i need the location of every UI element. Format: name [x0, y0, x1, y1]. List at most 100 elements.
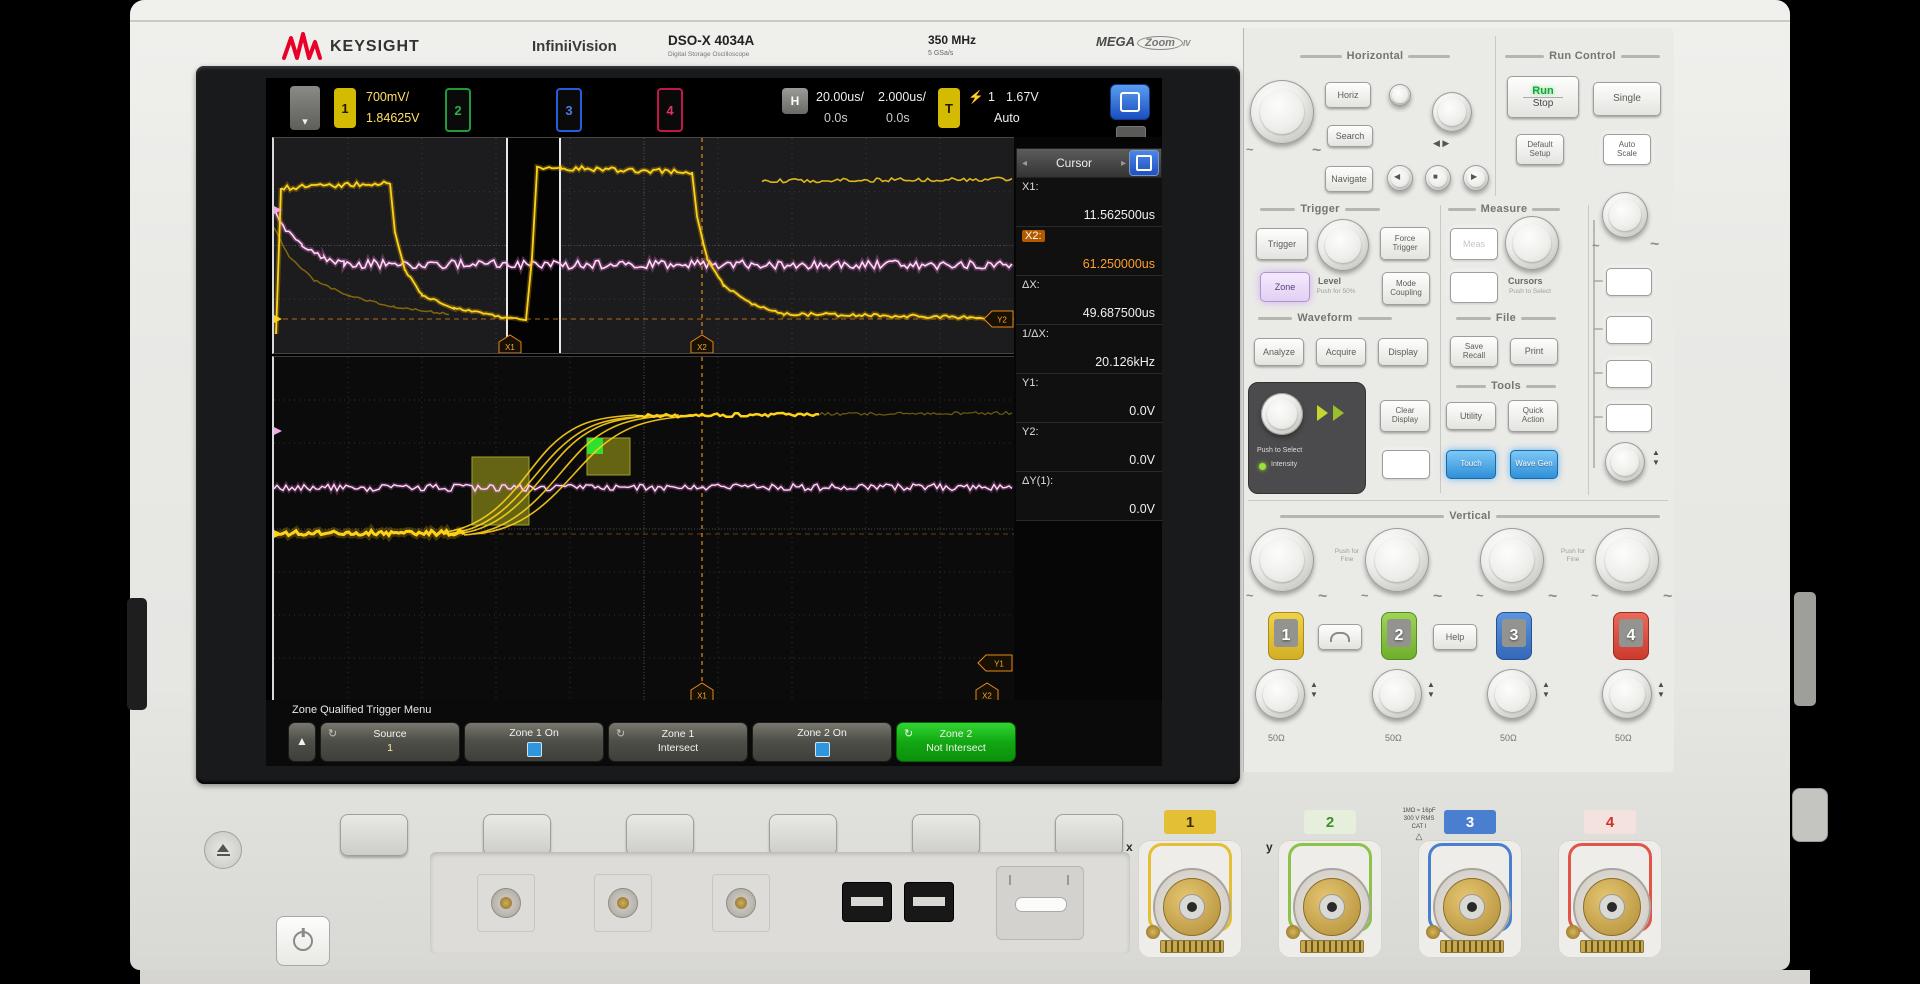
mode-coupling-button[interactable]: ModeCoupling [1382, 272, 1430, 305]
cursor-row-dx[interactable]: ΔX:49.687500us [1016, 276, 1162, 325]
cursor-row-dy[interactable]: ΔY(1):0.0V [1016, 472, 1162, 521]
trigger-badge[interactable]: T [938, 88, 960, 128]
intensity-label: Intensity [1271, 461, 1297, 468]
wavegen-menu-button[interactable] [1606, 404, 1652, 432]
ch1-position-knob[interactable] [1255, 669, 1305, 719]
horizontal-badge[interactable]: H [782, 88, 808, 114]
acquire-button[interactable]: Acquire [1316, 338, 1366, 366]
menu-back-button[interactable]: ▲ [288, 722, 316, 762]
power-button[interactable] [276, 916, 330, 966]
sidebar-menu-button[interactable] [1129, 150, 1159, 176]
wavegen-button[interactable]: Wave Gen [1510, 450, 1558, 479]
meas-button[interactable]: Meas [1450, 228, 1498, 260]
ch4-position-knob[interactable] [1602, 669, 1652, 719]
analyze-button[interactable]: Analyze [1254, 338, 1304, 366]
sidebar-menu-icon [1136, 155, 1152, 171]
ch3-position-knob[interactable] [1487, 669, 1537, 719]
quick-action-button[interactable]: QuickAction [1508, 400, 1558, 432]
x2-zoom-flag[interactable]: X2 [976, 683, 998, 701]
channel2-badge[interactable]: 2 [445, 88, 471, 132]
channel4-badge[interactable]: 4 [657, 88, 683, 132]
softkey-hw-3[interactable] [626, 814, 694, 856]
softkey-zone2-on[interactable]: Zone 2 On [752, 722, 892, 762]
horizontal-scale-knob[interactable] [1250, 80, 1314, 144]
stop-label: Stop [1533, 98, 1554, 109]
single-button[interactable]: Single [1593, 82, 1661, 116]
left-hinge [127, 598, 147, 710]
display-button[interactable]: Display [1378, 338, 1428, 366]
stand-release-button[interactable] [204, 831, 242, 869]
horiz-button[interactable]: Horiz [1325, 82, 1371, 108]
svg-text:X2: X2 [697, 343, 707, 352]
mux-scale-knob[interactable] [1602, 192, 1648, 238]
cursor-row-y2[interactable]: Y2:0.0V [1016, 423, 1162, 472]
softkey-zone2-mode[interactable]: ↻ Zone 2 Not Intersect [896, 722, 1016, 762]
navigate-button[interactable]: Navigate [1325, 166, 1373, 192]
blank-button[interactable] [1382, 450, 1430, 479]
channel2-number: 2 [454, 103, 461, 118]
label-button[interactable] [1318, 624, 1362, 650]
channel2-button[interactable]: 2 [1381, 612, 1417, 660]
softkey-hw-4[interactable] [769, 814, 837, 856]
zone-button[interactable]: Zone [1260, 272, 1310, 302]
zoom-button[interactable] [1389, 84, 1411, 106]
status-collapse-button[interactable]: ▾ [290, 86, 320, 130]
softkey-hw-6[interactable] [1055, 814, 1123, 856]
ref-button[interactable] [1606, 316, 1652, 344]
y-input-label: y [1266, 840, 1273, 854]
mux-position-knob[interactable] [1605, 442, 1645, 482]
cursor-row-x2[interactable]: X2:61.250000us [1016, 227, 1162, 276]
y2-flag[interactable]: Y2 [984, 311, 1013, 327]
menu-title: Zone Qualified Trigger Menu [292, 704, 431, 716]
sidebar-next-icon[interactable]: ▸ [1121, 158, 1126, 169]
x2-flag[interactable]: X2 [691, 335, 713, 353]
channel1-badge[interactable]: 1 [334, 88, 356, 128]
ch1-scale-knob[interactable] [1250, 528, 1314, 592]
utility-button[interactable]: Utility [1446, 402, 1496, 430]
cursor-readouts: X1:11.562500us X2:61.250000us ΔX:49.6875… [1016, 178, 1162, 521]
softkey-zone1-on[interactable]: Zone 1 On [464, 722, 604, 762]
x1-zoom-flag[interactable]: X1 [691, 683, 713, 701]
run-stop-button[interactable]: Run Stop [1507, 76, 1579, 118]
nav-stop-button[interactable] [1425, 165, 1451, 191]
channel3-button[interactable]: 3 [1496, 612, 1532, 660]
cursor-row-y1[interactable]: Y1:0.0V [1016, 374, 1162, 423]
search-button[interactable]: Search [1327, 125, 1373, 147]
cursors-knob[interactable] [1505, 216, 1559, 270]
ch2-scale-knob[interactable] [1365, 528, 1429, 592]
math-button[interactable] [1606, 268, 1652, 296]
trigger-button[interactable]: Trigger [1256, 228, 1308, 260]
softkey-hw-1[interactable] [340, 814, 408, 856]
softkey-hw-5[interactable] [912, 814, 980, 856]
softkey-zone2-on-label: Zone 2 On [797, 727, 847, 741]
intensity-knob[interactable] [1261, 393, 1303, 435]
channel4-button[interactable]: 4 [1613, 612, 1649, 660]
channel1-button[interactable]: 1 [1268, 612, 1304, 660]
touch-icon[interactable] [1110, 84, 1150, 120]
digital-button[interactable] [1606, 360, 1652, 388]
softkey-zone2-label: Zone 2 [940, 728, 973, 742]
trigger-level-knob[interactable] [1317, 219, 1369, 271]
ch2-position-knob[interactable] [1372, 669, 1422, 719]
y1-flag[interactable]: Y1 [978, 655, 1012, 671]
cursor-row-invdx[interactable]: 1/ΔX:20.126kHz [1016, 325, 1162, 374]
ch3-scale-knob[interactable] [1480, 528, 1544, 592]
touch-button[interactable]: Touch [1446, 450, 1496, 479]
print-button[interactable]: Print [1510, 338, 1558, 365]
force-trigger-button[interactable]: ForceTrigger [1380, 227, 1430, 260]
softkey-source[interactable]: ↻ Source 1 [320, 722, 460, 762]
fine-label-2: Push for Fine [1556, 548, 1590, 564]
save-recall-button[interactable]: SaveRecall [1450, 336, 1498, 367]
softkey-zone1-mode[interactable]: ↻ Zone 1 Intersect [608, 722, 748, 762]
ch4-scale-knob[interactable] [1595, 528, 1659, 592]
mux-updown-arrows: ▲▼ [1652, 448, 1660, 468]
default-setup-button[interactable]: DefaultSetup [1516, 134, 1564, 165]
cursors-button[interactable] [1450, 272, 1498, 303]
help-button[interactable]: Help [1433, 624, 1477, 650]
auto-scale-button[interactable]: AutoScale [1603, 134, 1651, 165]
cursor-row-x1[interactable]: X1:11.562500us [1016, 178, 1162, 227]
softkey-hw-2[interactable] [483, 814, 551, 856]
horizontal-delay-knob[interactable] [1432, 92, 1472, 132]
clear-display-button[interactable]: ClearDisplay [1380, 400, 1430, 432]
channel3-badge[interactable]: 3 [556, 88, 582, 132]
